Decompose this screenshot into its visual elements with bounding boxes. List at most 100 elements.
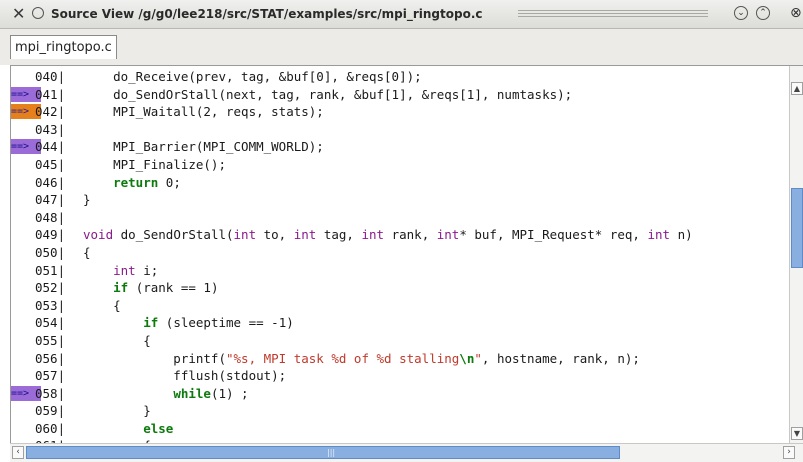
line-number: 052| <box>35 280 66 296</box>
code-area[interactable]: 040| do_Receive(prev, tag, &buf[0], &req… <box>11 66 789 443</box>
code-token: (rank == 1) <box>128 280 219 296</box>
vertical-scroll-thumb[interactable] <box>791 188 803 268</box>
line-code: { <box>83 297 121 315</box>
scroll-left-button[interactable]: ‹ <box>12 446 24 459</box>
horizontal-scroll-thumb[interactable]: ||| <box>26 446 620 459</box>
line-number: 043| <box>35 121 66 137</box>
line-number: 051| <box>35 262 66 278</box>
line-code: } <box>83 191 91 209</box>
code-token: printf( <box>83 350 226 366</box>
line-code: { <box>83 244 91 262</box>
code-token: MPI_Barrier(MPI_COMM_WORLD); <box>83 139 324 155</box>
line-code: void do_SendOrStall(int to, int tag, int… <box>83 226 693 244</box>
code-token: } <box>83 192 91 208</box>
code-token: while <box>173 385 211 401</box>
code-token: { <box>83 332 151 348</box>
line-code: { <box>83 332 151 350</box>
window-titlebar: ✕ Source View /g/g0/lee218/src/STAT/exam… <box>0 0 803 29</box>
code-token: return <box>113 174 159 190</box>
titlebar-grip <box>518 10 708 17</box>
scroll-thumb-grip: ||| <box>327 448 336 457</box>
code-token: int <box>436 227 460 243</box>
line-code: fflush(stdout); <box>83 367 286 385</box>
code-token: { <box>83 244 91 260</box>
line-number: 040| <box>35 69 66 84</box>
code-token: else <box>143 420 174 436</box>
line-number: 042| <box>35 104 66 120</box>
code-token: do_SendOrStall( <box>113 227 234 243</box>
code-token: fflush(stdout); <box>83 368 287 384</box>
line-number: 044| <box>35 139 66 155</box>
code-token: do_SendOrStall(next, tag, rank, &buf[1],… <box>83 86 573 102</box>
line-number: 047| <box>35 192 66 208</box>
scroll-right-button[interactable]: › <box>783 446 795 459</box>
line-number: 049| <box>35 227 66 243</box>
code-token: , hostname, rank, n); <box>481 350 640 366</box>
line-number: 056| <box>35 350 66 366</box>
code-token: int <box>293 227 317 243</box>
line-number: 046| <box>35 174 66 190</box>
line-code: MPI_Waitall(2, reqs, stats); <box>83 103 324 121</box>
line-code: } <box>83 402 151 420</box>
vertical-scrollbar[interactable]: ▲ ▼ <box>789 66 803 443</box>
line-code: printf("%s, MPI task %d of %d stalling\n… <box>83 350 640 368</box>
line-number: 048| <box>35 209 66 225</box>
line-number: 060| <box>35 420 66 436</box>
code-token: (1) ; <box>210 385 249 401</box>
code-token: tag, <box>316 227 362 243</box>
line-code: else <box>83 420 173 438</box>
code-token: if <box>143 315 159 331</box>
tab-mpi-ringtopo[interactable]: mpi_ringtopo.c <box>10 35 117 59</box>
minimize-button[interactable]: ⌄ <box>734 6 748 20</box>
scroll-down-button[interactable]: ▼ <box>791 427 803 440</box>
line-number: 053| <box>35 297 66 313</box>
code-token: { <box>83 297 121 313</box>
code-token: do_Receive(prev, tag, &buf[0], &reqs[0])… <box>83 69 422 84</box>
line-code: int i; <box>83 262 158 280</box>
code-token: int <box>361 227 385 243</box>
line-number: 058| <box>35 385 66 401</box>
line-number: 059| <box>35 403 66 419</box>
line-code: return 0; <box>83 174 181 192</box>
code-token: * buf, MPI_Request* req, <box>459 227 648 243</box>
horizontal-scrollbar[interactable]: ‹ ||| › <box>10 443 803 462</box>
code-token: int <box>233 227 257 243</box>
code-token: MPI_Finalize(); <box>83 156 226 172</box>
window-menu-icon[interactable] <box>32 7 44 19</box>
scroll-up-button[interactable]: ▲ <box>791 82 803 95</box>
code-token: 0; <box>158 174 181 190</box>
line-code: MPI_Barrier(MPI_COMM_WORLD); <box>83 138 324 156</box>
app-x-icon[interactable]: ✕ <box>12 4 25 24</box>
line-number: 050| <box>35 244 66 260</box>
line-number: 055| <box>35 332 66 348</box>
code-token: "%s, MPI task %d of %d stalling <box>226 350 460 366</box>
code-token: int <box>647 227 671 243</box>
close-button[interactable]: ⊗ <box>790 5 802 21</box>
code-token: rank, <box>384 227 437 243</box>
maximize-button[interactable]: ⌃ <box>756 6 770 20</box>
code-token: (sleeptime == -1) <box>158 315 294 331</box>
line-code: while(1) ; <box>83 385 249 403</box>
line-code: do_Receive(prev, tag, &buf[0], &reqs[0])… <box>83 68 422 86</box>
code-token: } <box>83 403 151 419</box>
code-token: void <box>83 227 114 243</box>
tab-bar: mpi_ringtopo.c <box>0 29 803 65</box>
code-token: int <box>113 262 136 278</box>
line-number: 045| <box>35 156 66 172</box>
code-token: i; <box>135 262 159 278</box>
code-token: \n <box>459 350 475 366</box>
line-number: 054| <box>35 315 66 331</box>
code-token: if <box>113 280 129 296</box>
code-token: " <box>474 350 482 366</box>
line-code: MPI_Finalize(); <box>83 156 226 174</box>
line-code: do_SendOrStall(next, tag, rank, &buf[1],… <box>83 86 572 104</box>
line-code: if (sleeptime == -1) <box>83 314 294 332</box>
line-number: 057| <box>35 368 66 384</box>
source-editor: 040| do_Receive(prev, tag, &buf[0], &req… <box>10 65 803 443</box>
